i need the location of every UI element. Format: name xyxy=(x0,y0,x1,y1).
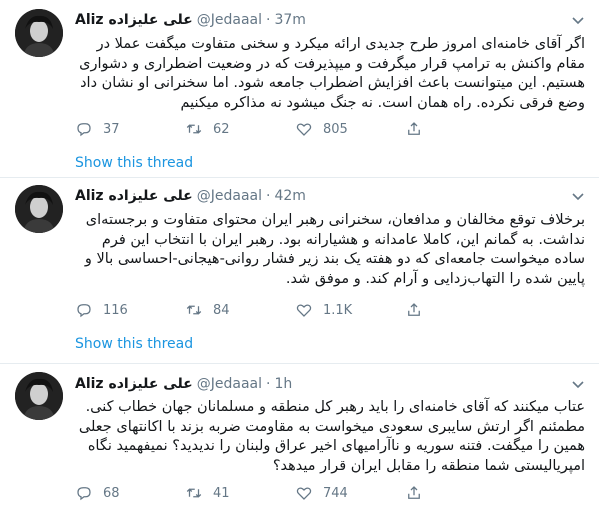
share-icon xyxy=(408,486,420,499)
reply-count: 68 xyxy=(103,485,120,501)
tweet[interactable]: Aliz علی علیزاده @Jedaaal · 1h عتاب میکن… xyxy=(0,364,599,509)
heart-icon xyxy=(296,487,312,500)
display-name[interactable]: Aliz علی علیزاده xyxy=(75,376,193,392)
tweet[interactable]: Aliz علی علیزاده @Jedaaal · 42m برخلاف ت… xyxy=(0,178,599,364)
heart-icon xyxy=(296,304,312,317)
like-button[interactable]: 1.1K xyxy=(295,300,405,320)
display-name[interactable]: Aliz علی علیزاده xyxy=(75,188,193,204)
reply-count: 116 xyxy=(103,302,128,318)
tweet-text: برخلاف توقع مخالفان و مدافعان، سخنرانی ر… xyxy=(84,212,585,287)
tweet-text: اگر آقای خامنه‌ای امروز طرح جدیدی ارائه … xyxy=(79,36,585,111)
retweet-button[interactable]: 41 xyxy=(185,483,295,503)
user-handle[interactable]: @Jedaaal xyxy=(197,188,262,204)
reply-icon xyxy=(77,487,91,501)
separator-dot: · xyxy=(266,376,271,392)
separator-dot: · xyxy=(266,188,271,204)
chevron-down-icon[interactable] xyxy=(571,13,585,27)
retweet-icon xyxy=(186,124,202,134)
avatar[interactable] xyxy=(15,372,63,420)
share-icon xyxy=(408,122,420,135)
tweet-actions: 37 62 805 xyxy=(75,119,515,139)
chevron-down-icon[interactable] xyxy=(571,189,585,203)
tweet-timestamp[interactable]: 1h xyxy=(274,376,292,392)
share-button[interactable] xyxy=(405,483,515,503)
retweet-button[interactable]: 84 xyxy=(185,300,295,320)
reply-count: 37 xyxy=(103,121,120,137)
reply-button[interactable]: 37 xyxy=(75,119,185,139)
like-count: 805 xyxy=(323,121,348,137)
retweet-icon xyxy=(186,305,202,315)
chevron-down-icon[interactable] xyxy=(571,377,585,391)
tweet[interactable]: Aliz علی علیزاده @Jedaaal · 37m اگر آقای… xyxy=(0,0,599,178)
show-thread-link[interactable]: Show this thread xyxy=(75,336,193,352)
retweet-count: 84 xyxy=(213,302,230,318)
like-button[interactable]: 744 xyxy=(295,483,405,503)
like-button[interactable]: 805 xyxy=(295,119,405,139)
share-icon xyxy=(408,303,420,316)
heart-icon xyxy=(296,123,312,136)
user-handle[interactable]: @Jedaaal xyxy=(197,12,262,28)
retweet-icon xyxy=(186,488,202,498)
separator-dot: · xyxy=(266,12,271,28)
avatar[interactable] xyxy=(15,185,63,233)
show-thread-link[interactable]: Show this thread xyxy=(75,155,193,171)
tweet-timestamp[interactable]: 42m xyxy=(274,188,305,204)
reply-button[interactable]: 68 xyxy=(75,483,185,503)
tweet-timestamp[interactable]: 37m xyxy=(274,12,305,28)
share-button[interactable] xyxy=(405,119,515,139)
tweet-actions: 116 84 1.1K xyxy=(75,300,515,320)
reply-icon xyxy=(77,123,91,137)
tweet-actions: 68 41 744 xyxy=(75,483,515,503)
reply-button[interactable]: 116 xyxy=(75,300,185,320)
retweet-count: 41 xyxy=(213,485,230,501)
retweet-count: 62 xyxy=(213,121,230,137)
display-name[interactable]: Aliz علی علیزاده xyxy=(75,12,193,28)
reply-icon xyxy=(77,304,91,318)
user-handle[interactable]: @Jedaaal xyxy=(197,376,262,392)
like-count: 1.1K xyxy=(323,302,353,318)
share-button[interactable] xyxy=(405,300,515,320)
like-count: 744 xyxy=(323,485,348,501)
tweet-text: عتاب میکنند که آقای خامنه‌ای را باید رهب… xyxy=(78,399,585,474)
avatar[interactable] xyxy=(15,9,63,57)
retweet-button[interactable]: 62 xyxy=(185,119,295,139)
